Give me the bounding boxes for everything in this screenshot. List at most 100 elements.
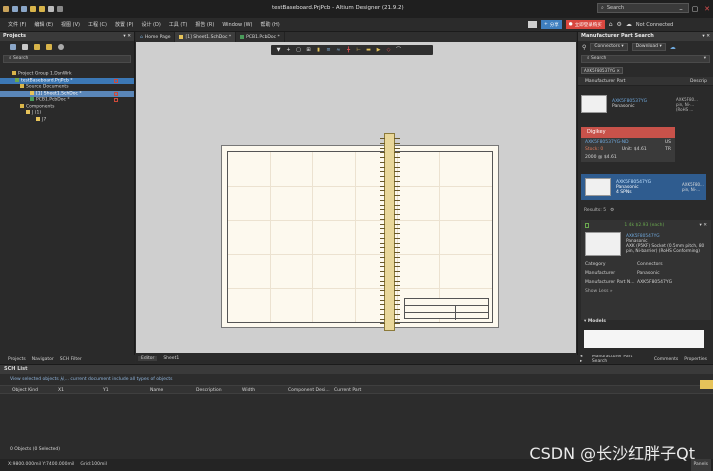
bus-icon[interactable]: ≡ — [326, 47, 331, 53]
col-description[interactable]: Descrip — [690, 77, 707, 86]
tab-properties[interactable]: Properties — [684, 357, 707, 362]
mps-search-input[interactable]: ⌕ Search ▾ — [581, 55, 710, 63]
menu-edit[interactable]: 编辑 (E) — [34, 21, 53, 28]
col-description[interactable]: Description — [196, 386, 222, 395]
login-button[interactable]: ● 立即登录购买 — [565, 20, 605, 29]
filter-icon[interactable]: ▼ — [276, 47, 281, 53]
share-button[interactable]: + 分享 — [541, 20, 562, 29]
chevron-down-icon[interactable]: ▾ — [704, 56, 706, 62]
col-x1[interactable]: X1 — [58, 386, 64, 395]
shape-icon[interactable]: ◇ — [386, 47, 391, 53]
col-y1[interactable]: Y1 — [103, 386, 109, 395]
tab-comments[interactable]: Comments — [654, 357, 678, 362]
schematic-sheet[interactable] — [221, 145, 499, 328]
sch-list-title: SCH List — [0, 365, 713, 374]
menu-reports[interactable]: 报告 (R) — [195, 21, 214, 28]
add-doc-icon[interactable] — [46, 44, 52, 50]
connector-pin — [380, 313, 385, 315]
show-less-link[interactable]: Show Less » — [585, 289, 613, 294]
schematic-editor[interactable]: ▼ + ▢ ⊞ ▮ ≡ ≈ ╋ ⊢ ▬ ▶ ◇ ⌒ Editor Sheet1 — [136, 42, 576, 363]
home-icon[interactable]: ⌂ — [609, 21, 613, 28]
connector-pin — [394, 256, 400, 258]
menu-file[interactable]: 文件 (F) — [8, 21, 26, 28]
chat-icon[interactable] — [528, 21, 537, 28]
col-width[interactable]: Width — [242, 386, 255, 395]
panel-controls-icon[interactable]: ▾ ✕ — [702, 32, 710, 41]
connector-pin — [394, 228, 400, 230]
col-manufacturer-part[interactable]: Manufacturer Part — [585, 77, 625, 86]
filter-chip[interactable]: AXK5F80537YG ✕ — [581, 67, 623, 74]
align-icon[interactable]: ⊞ — [306, 47, 311, 53]
distributor-part[interactable]: AXK5F80537YG-ND — [585, 140, 629, 145]
tab-editor[interactable]: Editor — [138, 356, 158, 361]
minimize-button[interactable]: – — [674, 4, 688, 14]
tab-mps[interactable]: Manufacturer Part Search — [592, 355, 648, 363]
tree-item-j7[interactable]: J7 — [0, 116, 134, 124]
panel-nav-icon[interactable]: ◂ ▸ — [580, 355, 586, 363]
connectors-dropdown[interactable]: Connectors ▾ — [590, 43, 628, 51]
connection-icon: ☁ — [625, 21, 632, 28]
filter-icon[interactable]: ⚲ — [582, 44, 586, 51]
connector-pin — [394, 242, 400, 244]
arc-icon[interactable]: ⌒ — [396, 47, 401, 53]
close-window-button[interactable]: ✕ — [700, 4, 713, 14]
tab-sch-filter[interactable]: SCH Filter — [60, 357, 82, 362]
settings-icon[interactable] — [58, 44, 64, 50]
menu-project[interactable]: 工程 (C) — [88, 21, 107, 28]
sch-list-filter[interactable]: View selected objects 从... current docum… — [0, 374, 713, 385]
tab-home-page[interactable]: ⌂ Home Page — [136, 32, 176, 42]
compile-icon[interactable] — [22, 44, 28, 50]
part-icon[interactable]: ⊢ — [356, 47, 361, 53]
menu-design[interactable]: 设计 (D) — [141, 21, 160, 28]
redo-icon[interactable] — [57, 6, 63, 12]
tab-sheet1[interactable]: Sheet1 — [163, 356, 179, 361]
chevron-down-icon[interactable]: ▾ ✕ — [700, 223, 707, 228]
manufacturer-part-search-panel: Manufacturer Part Search ▾ ✕ ⚲ Connector… — [577, 32, 713, 355]
select-icon[interactable]: ▢ — [296, 47, 301, 53]
open-folder-icon[interactable] — [30, 6, 36, 12]
col-current-part[interactable]: Current Part — [334, 386, 361, 395]
gear-icon[interactable]: ⚙ — [617, 21, 622, 28]
add-icon[interactable]: + — [286, 47, 291, 53]
settings-icon[interactable]: ⚙ — [610, 208, 614, 213]
net-icon[interactable]: ≈ — [336, 47, 341, 53]
expand-button[interactable] — [700, 380, 713, 389]
menu-place[interactable]: 放置 (P) — [115, 21, 134, 28]
open-project-icon[interactable] — [39, 6, 45, 12]
tab-navigator[interactable]: Navigator — [32, 357, 54, 362]
panel-controls-icon[interactable]: ▾ ✕ — [123, 32, 131, 41]
projects-search-input[interactable]: ⌕ Search — [3, 55, 131, 63]
connector-pin — [394, 275, 400, 277]
power-icon[interactable]: ╋ — [346, 47, 351, 53]
menu-help[interactable]: 帮助 (H) — [260, 21, 279, 28]
tab-schdoc[interactable]: [1] Sheet1.SchDoc * — [175, 32, 237, 42]
global-search-placeholder: Search — [606, 5, 624, 11]
project-icon — [15, 77, 19, 82]
result-row-2[interactable]: AXK5F80547YG Panasonic 4 SPNs AXK5F80...… — [581, 174, 706, 200]
wire-icon[interactable]: ▮ — [316, 47, 321, 53]
part-sources: 4 SPNs — [616, 189, 632, 195]
connector-j7[interactable] — [380, 133, 400, 331]
connector-pin — [380, 147, 385, 149]
menu-view[interactable]: 视图 (V) — [61, 21, 80, 28]
models-section-title[interactable]: ▾ Models — [581, 319, 711, 324]
tab-projects[interactable]: Projects — [8, 357, 26, 362]
pcb-doc-icon — [240, 35, 245, 39]
save-icon[interactable] — [12, 6, 18, 12]
save-project-icon[interactable] — [10, 44, 16, 50]
col-object-kind[interactable]: Object Kind — [12, 386, 38, 395]
open-doc-icon[interactable] — [34, 44, 40, 50]
menu-window[interactable]: Window (W) — [222, 22, 252, 28]
col-component-designator[interactable]: Component Desi... — [288, 386, 330, 395]
download-dropdown[interactable]: Download ▾ — [631, 43, 666, 51]
part-name[interactable]: AXK5F80547YG — [616, 180, 651, 185]
save-all-icon[interactable] — [21, 6, 27, 12]
menu-tools[interactable]: 工具 (T) — [169, 21, 188, 28]
result-row-1[interactable]: AXK5F80537YG Panasonic AXK5F80... pin, N… — [581, 95, 706, 113]
port-icon[interactable]: ▬ — [366, 47, 371, 53]
col-name[interactable]: Name — [150, 386, 163, 395]
undo-icon[interactable] — [48, 6, 54, 12]
text-icon[interactable]: ▶ — [376, 47, 381, 53]
tab-pcbdoc[interactable]: PCB1.PcbDoc * — [236, 32, 285, 42]
connector-pin — [380, 309, 385, 310]
